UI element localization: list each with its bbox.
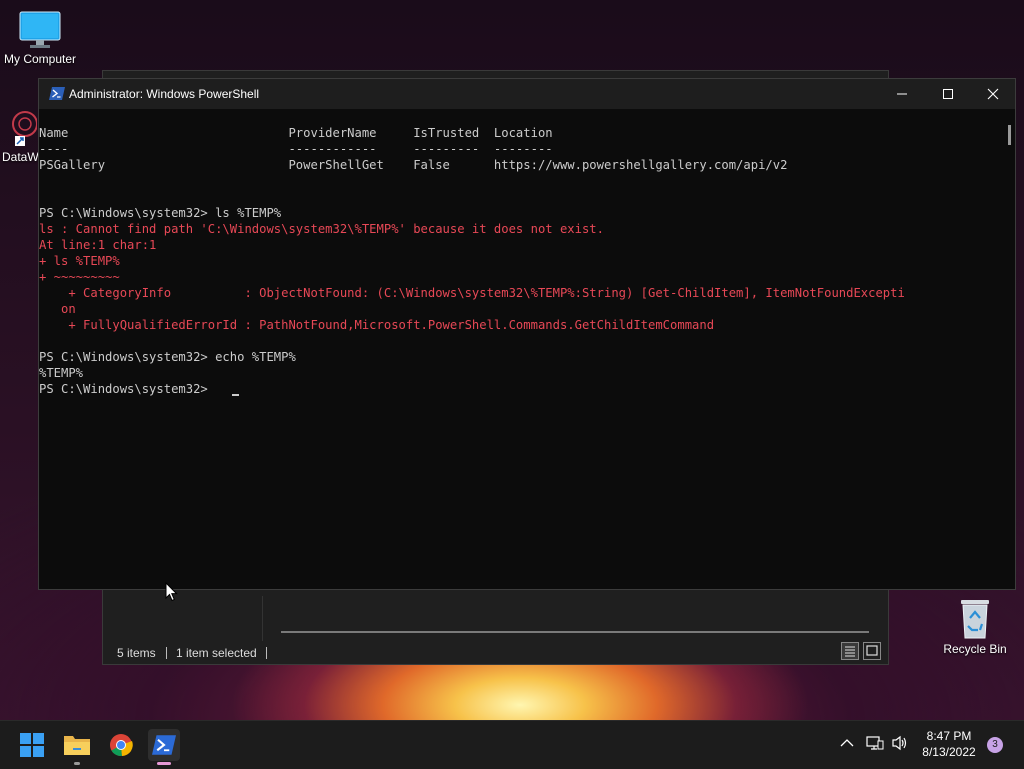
clock-date: 8/13/2022 bbox=[922, 745, 976, 759]
taskbar-powershell[interactable] bbox=[148, 729, 180, 765]
vertical-scrollbar-thumb[interactable] bbox=[1008, 125, 1011, 145]
console-line: PS C:\Windows\system32> bbox=[39, 382, 216, 396]
title-bar[interactable]: Administrator: Windows PowerShell bbox=[39, 79, 1015, 109]
powershell-icon bbox=[49, 87, 65, 100]
taskbar: 8:47 PM 8/13/2022 3 bbox=[0, 720, 1024, 769]
status-item-count: 5 items bbox=[117, 646, 156, 660]
window-title: Administrator: Windows PowerShell bbox=[69, 87, 260, 101]
chrome-icon bbox=[110, 734, 133, 757]
close-button[interactable] bbox=[970, 79, 1016, 109]
powershell-window[interactable]: Administrator: Windows PowerShell Name P… bbox=[38, 78, 1016, 590]
app-shortcut-icon bbox=[12, 111, 37, 146]
desktop-icon-label: Recycle Bin bbox=[943, 642, 1007, 656]
volume-control[interactable] bbox=[891, 735, 909, 754]
desktop-icon-label: My Computer bbox=[3, 52, 77, 66]
volume-icon bbox=[892, 735, 907, 751]
details-view-icon[interactable] bbox=[841, 642, 859, 660]
windows-start-icon bbox=[20, 733, 44, 757]
horizontal-scrollbar[interactable] bbox=[281, 631, 869, 633]
monitor-icon bbox=[19, 11, 61, 48]
clock[interactable]: 8:47 PM 8/13/2022 bbox=[918, 729, 980, 759]
console-line: PS C:\Windows\system32> echo %TEMP% bbox=[39, 350, 296, 364]
clock-time: 8:47 PM bbox=[926, 729, 972, 743]
console-line: + FullyQualifiedErrorId : PathNotFound,M… bbox=[39, 318, 715, 332]
status-bar: 5 items 1 item selected bbox=[103, 642, 888, 664]
minimize-icon bbox=[897, 93, 907, 95]
text-cursor bbox=[232, 394, 239, 396]
maximize-button[interactable] bbox=[925, 79, 971, 109]
console-line: At line:1 char:1 bbox=[39, 238, 157, 252]
taskbar-file-explorer[interactable] bbox=[61, 729, 93, 765]
console-line: PSGallery PowerShellGet False https://ww… bbox=[39, 158, 788, 172]
start-button[interactable] bbox=[16, 729, 48, 761]
console-line: + CategoryInfo : ObjectNotFound: (C:\Win… bbox=[39, 286, 905, 300]
large-icons-view-icon[interactable] bbox=[863, 642, 881, 660]
mouse-cursor-icon bbox=[165, 582, 178, 602]
chevron-up-icon bbox=[840, 739, 854, 747]
console-line: + ~~~~~~~~~ bbox=[39, 270, 120, 284]
powershell-icon bbox=[152, 735, 176, 755]
desktop-icon-my-computer[interactable]: My Computer bbox=[0, 10, 80, 66]
active-indicator bbox=[157, 762, 171, 765]
file-explorer-icon bbox=[64, 736, 90, 755]
status-separator bbox=[266, 647, 267, 659]
console-line: ---- ------------ --------- -------- bbox=[39, 142, 553, 156]
show-hidden-icons[interactable] bbox=[840, 737, 854, 751]
console-line: ls : Cannot find path 'C:\Windows\system… bbox=[39, 222, 604, 236]
running-indicator bbox=[74, 762, 80, 765]
console-line: Name ProviderName IsTrusted Location bbox=[39, 126, 553, 140]
status-separator bbox=[166, 647, 167, 659]
notification-badge[interactable]: 3 bbox=[987, 737, 1003, 753]
console-output[interactable]: Name ProviderName IsTrusted Location ----… bbox=[39, 111, 999, 589]
network-icon bbox=[866, 736, 884, 750]
close-icon bbox=[987, 88, 999, 100]
maximize-icon bbox=[943, 89, 953, 99]
notification-count: 3 bbox=[992, 739, 998, 750]
recycle-bin-icon bbox=[961, 600, 989, 639]
console-line: %TEMP% bbox=[39, 366, 84, 380]
taskbar-chrome[interactable] bbox=[105, 729, 137, 761]
desktop-icon-recycle-bin[interactable]: Recycle Bin bbox=[935, 596, 1015, 656]
console-line: on bbox=[39, 302, 76, 316]
minimize-button[interactable] bbox=[879, 79, 925, 109]
console-line: PS C:\Windows\system32> ls %TEMP% bbox=[39, 206, 282, 220]
pane-divider[interactable] bbox=[262, 596, 263, 641]
status-selected-count: 1 item selected bbox=[176, 646, 257, 660]
network-status[interactable] bbox=[866, 735, 884, 754]
console-line: + ls %TEMP% bbox=[39, 254, 120, 268]
